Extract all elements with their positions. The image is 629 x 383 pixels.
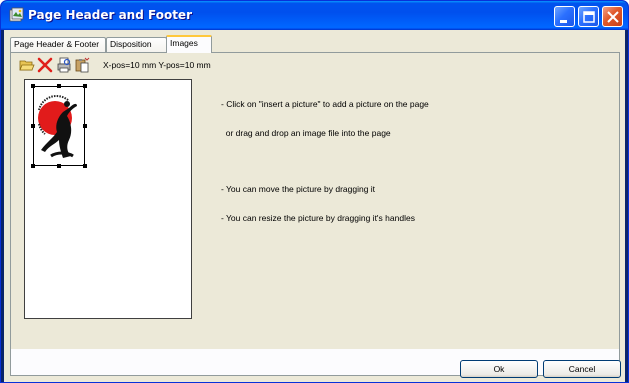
dialog-client-area: Page Header & Footer Disposition Images	[4, 30, 625, 382]
resize-handle-r[interactable]	[83, 124, 87, 128]
resize-handle-tl[interactable]	[31, 84, 35, 88]
tab-images[interactable]: Images	[166, 35, 212, 53]
instruction-line: - Click on "insert a picture" to add a p…	[221, 99, 429, 109]
ok-button[interactable]: Ok	[460, 360, 538, 378]
placed-picture[interactable]	[31, 84, 87, 168]
tab-disposition[interactable]: Disposition	[106, 37, 167, 52]
resize-handle-tr[interactable]	[83, 84, 87, 88]
images-panel-content: X-pos=10 mm Y-pos=10 mm - Click on "inse…	[11, 53, 619, 349]
position-readout: X-pos=10 mm Y-pos=10 mm	[103, 60, 211, 70]
instruction-line: - You can move the picture by dragging i…	[221, 184, 376, 194]
instructions-text: - Click on "insert a picture" to add a p…	[221, 81, 429, 242]
paste-icon[interactable]	[74, 57, 90, 73]
tab-page-header-footer[interactable]: Page Header & Footer	[10, 37, 106, 52]
app-icon	[9, 7, 25, 23]
minimize-icon	[560, 20, 567, 23]
delete-icon[interactable]	[37, 57, 53, 73]
minimize-button[interactable]	[554, 6, 575, 27]
window-title: Page Header and Footer	[28, 8, 192, 22]
resize-handle-b[interactable]	[57, 164, 61, 168]
close-button[interactable]	[602, 6, 623, 27]
print-preview-icon[interactable]	[56, 57, 72, 73]
resize-handle-bl[interactable]	[31, 164, 35, 168]
tab-panel-images: X-pos=10 mm Y-pos=10 mm - Click on "inse…	[10, 52, 620, 376]
maximize-icon	[583, 11, 595, 23]
instruction-line: or drag and drop an image file into the …	[221, 127, 391, 138]
maximize-button[interactable]	[578, 6, 599, 27]
instruction-line: - You can resize the picture by dragging…	[221, 212, 415, 223]
resize-handle-l[interactable]	[31, 124, 35, 128]
cancel-button[interactable]: Cancel	[543, 360, 621, 378]
close-icon	[607, 11, 619, 23]
resize-handle-t[interactable]	[57, 84, 61, 88]
dialog-window: Page Header and Footer Page Header & Foo…	[0, 0, 629, 383]
picture-selection-frame	[33, 86, 85, 166]
open-folder-icon[interactable]	[19, 57, 35, 73]
instruction-spacer	[221, 157, 429, 166]
title-bar[interactable]: Page Header and Footer	[1, 1, 628, 30]
resize-handle-br[interactable]	[83, 164, 87, 168]
page-preview[interactable]	[24, 79, 192, 319]
